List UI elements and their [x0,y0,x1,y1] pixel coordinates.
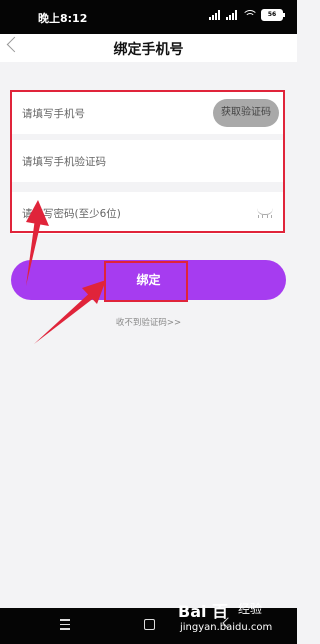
menu-icon[interactable] [60,619,70,630]
home-icon[interactable] [144,619,155,630]
status-time: 晚上8:12 [38,12,88,25]
baidu-logo: Bai 百 [178,602,229,621]
no-code-link[interactable]: 收不到验证码>> [0,316,297,328]
page-title: 绑定手机号 [113,42,184,58]
baidu-watermark: Bai 百 经验 jingyan.baidu.com [178,598,294,642]
annotation-form-box [10,90,285,233]
wifi-icon [243,9,256,21]
status-bar: 晚上8:12 56 [0,0,297,34]
status-icons: 56 [209,9,285,21]
annotation-button-box [104,261,188,302]
nav-bar: 绑定手机号 [0,34,297,62]
signal-icon [209,10,221,20]
signal-icon-2 [226,10,238,20]
battery-icon: 56 [261,9,285,21]
watermark-url: jingyan.baidu.com [180,622,273,633]
watermark-jingyan: 经验 [238,602,263,616]
